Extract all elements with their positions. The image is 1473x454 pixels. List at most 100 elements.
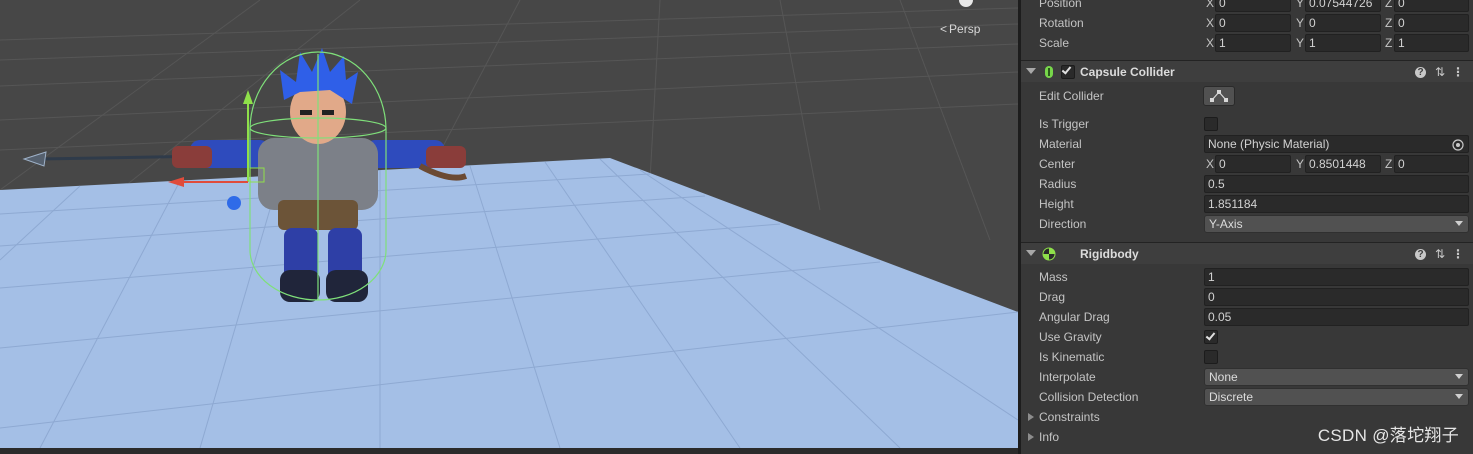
presets-icon[interactable]: ⇅ [1433,65,1447,79]
foldout-arrow-icon[interactable] [1026,250,1036,256]
direction-value: Y-Axis [1209,217,1243,231]
watermark: CSDN @落坨翔子 [1317,426,1459,445]
y-axis-label: Y [1296,157,1305,171]
center-row: Center X 0 Y 0.8501448 Z 0 [1021,154,1473,174]
center-x-field[interactable]: 0 [1215,155,1291,173]
height-row: Height 1.851184 [1021,194,1473,214]
foldout-arrow-icon[interactable] [1028,413,1034,421]
height-label: Height [1039,197,1074,211]
object-picker-icon[interactable] [1452,139,1464,151]
interpolate-value: None [1209,370,1238,384]
direction-dropdown[interactable]: Y-Axis [1204,215,1469,233]
kebab-menu-icon[interactable]: ⋮ [1451,65,1465,79]
persp-arrow-icon: < [940,22,948,36]
collision-detection-label: Collision Detection [1039,390,1139,404]
center-y-field[interactable]: 0.8501448 [1305,155,1381,173]
rotation-z-field[interactable]: 0 [1394,14,1469,32]
kebab-menu-icon[interactable]: ⋮ [1451,247,1465,261]
z-axis-label: Z [1385,36,1393,50]
dropdown-caret-icon [1455,394,1463,399]
capsule-collider-title: Capsule Collider [1080,65,1175,79]
position-y-field[interactable]: 0.07544726 [1305,0,1381,12]
help-icon[interactable]: ? [1415,249,1426,260]
capsule-collider-icon [1045,66,1053,78]
use-gravity-row: Use Gravity [1021,327,1473,347]
z-axis-label: Z [1385,157,1393,171]
edit-collider-button[interactable] [1203,86,1235,106]
edit-collider-row: Edit Collider [1021,86,1473,110]
presets-icon[interactable]: ⇅ [1433,247,1447,261]
use-gravity-checkbox[interactable] [1204,330,1218,344]
checkmark-icon [1205,330,1216,341]
inspector-panel: Position X 0 Y 0.07544726 Z 0 Rotation X… [1021,0,1473,454]
x-axis-label: X [1206,157,1215,171]
collision-detection-dropdown[interactable]: Discrete [1204,388,1469,406]
is-trigger-row: Is Trigger [1021,114,1473,134]
foldout-arrow-icon[interactable] [1028,433,1034,441]
material-label: Material [1039,137,1082,151]
height-field[interactable]: 1.851184 [1204,195,1469,213]
transform-scale-row: Scale X 1 Y 1 Z 1 [1021,33,1473,53]
capsule-collider-header[interactable]: Capsule Collider ? ⇅ ⋮ [1021,60,1473,82]
transform-rotation-row: Rotation X 0 Y 0 Z 0 [1021,13,1473,33]
radius-field[interactable]: 0.5 [1204,175,1469,193]
rotation-y-field[interactable]: 0 [1305,14,1381,32]
drag-row: Drag 0 [1021,287,1473,307]
scale-y-field[interactable]: 1 [1305,34,1381,52]
material-row: Material None (Physic Material) [1021,134,1473,154]
is-kinematic-label: Is Kinematic [1039,350,1105,364]
scale-label: Scale [1039,36,1070,50]
help-icon[interactable]: ? [1415,67,1426,78]
scene-viewport[interactable] [0,0,1018,454]
material-object-field[interactable]: None (Physic Material) [1204,135,1469,153]
camera-mode-label: Persp [949,22,981,36]
edit-collider-label: Edit Collider [1039,89,1104,103]
foldout-arrow-icon[interactable] [1026,68,1036,74]
center-label: Center [1039,157,1076,171]
direction-row: Direction Y-Axis [1021,214,1473,234]
scale-z-field[interactable]: 1 [1394,34,1469,52]
camera-mode-toggle[interactable]: < Persp [940,22,980,36]
mass-field[interactable]: 1 [1204,268,1469,286]
radius-row: Radius 0.5 [1021,174,1473,194]
transform-position-row: Position X 0 Y 0.07544726 Z 0 [1021,0,1473,13]
y-axis-label: Y [1296,16,1305,30]
center-z-field[interactable]: 0 [1394,155,1469,173]
position-x-field[interactable]: 0 [1215,0,1291,12]
interpolate-label: Interpolate [1039,370,1096,384]
rigidbody-title: Rigidbody [1080,247,1139,261]
collision-detection-value: Discrete [1209,390,1254,404]
info-label: Info [1039,430,1060,444]
angular-drag-field[interactable]: 0.05 [1204,308,1469,326]
rotation-x-field[interactable]: 0 [1215,14,1291,32]
rigidbody-header[interactable]: Rigidbody ? ⇅ ⋮ [1021,242,1473,264]
angular-drag-label: Angular Drag [1039,310,1110,324]
interpolate-row: Interpolate None [1021,367,1473,387]
y-axis-label: Y [1296,36,1305,50]
is-kinematic-checkbox[interactable] [1204,350,1218,364]
direction-label: Direction [1039,217,1087,231]
radius-label: Radius [1039,177,1077,191]
capsule-collider-enabled-checkbox[interactable] [1061,64,1075,79]
is-trigger-checkbox[interactable] [1204,117,1218,131]
use-gravity-label: Use Gravity [1039,330,1102,344]
x-axis-label: X [1206,0,1215,10]
ground-plane[interactable] [0,158,1018,448]
x-axis-label: X [1206,36,1215,50]
interpolate-dropdown[interactable]: None [1204,368,1469,386]
drag-field[interactable]: 0 [1204,288,1469,306]
edit-collider-icon [1210,90,1228,102]
dropdown-caret-icon [1455,221,1463,226]
z-axis-label: Z [1385,16,1393,30]
checkmark-icon [1061,64,1072,75]
is-kinematic-row: Is Kinematic [1021,347,1473,367]
position-z-field[interactable]: 0 [1394,0,1469,12]
dropdown-caret-icon [1455,374,1463,379]
scale-x-field[interactable]: 1 [1215,34,1291,52]
scene-bottom-border [0,448,1018,454]
scene-view[interactable]: < Persp [0,0,1018,454]
constraints-label: Constraints [1039,410,1100,424]
z-axis-label: Z [1385,0,1393,10]
angular-drag-row: Angular Drag 0.05 [1021,307,1473,327]
x-axis-label: X [1206,16,1215,30]
